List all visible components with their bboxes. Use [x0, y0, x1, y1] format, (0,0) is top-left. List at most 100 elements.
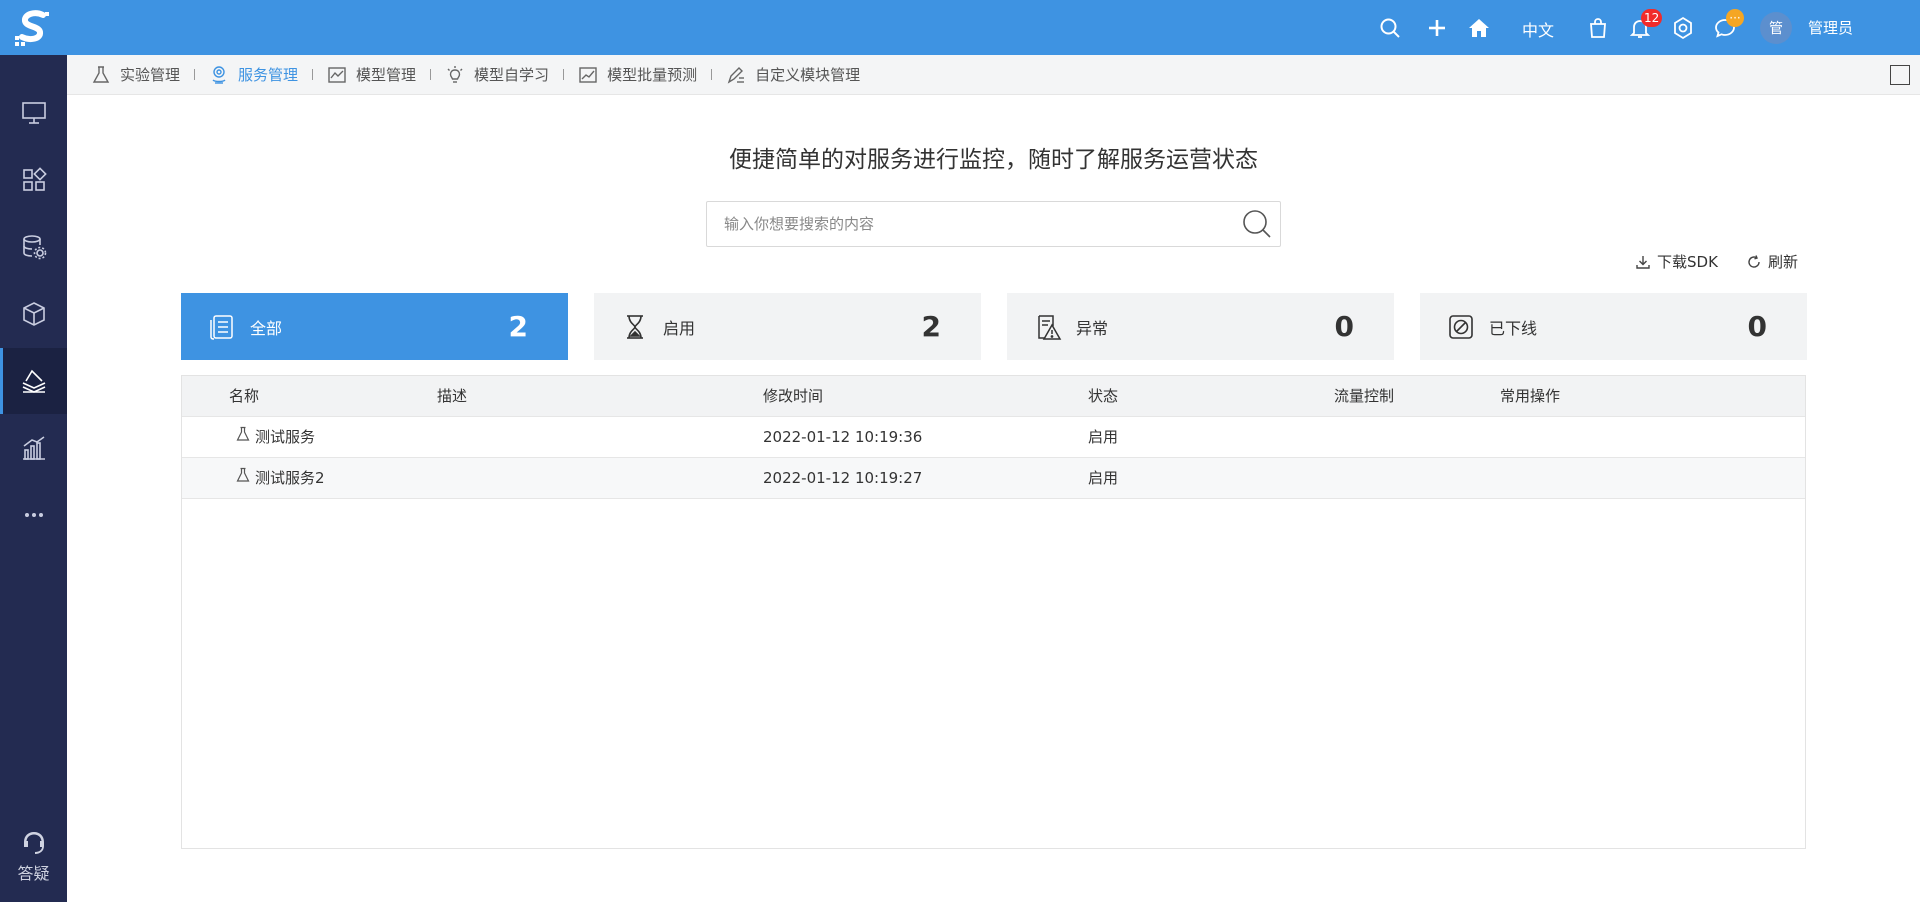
language-switch[interactable]: 中文	[1522, 17, 1554, 41]
column-header-flow-control: 流量控制	[1334, 387, 1395, 405]
fullscreen-toggle[interactable]	[1890, 65, 1910, 85]
help-label: 答疑	[17, 864, 50, 883]
row-name: 测试服务2	[255, 469, 325, 487]
nav-separator	[194, 69, 196, 80]
card-label: 异常	[1076, 318, 1109, 338]
nav-separator	[430, 69, 432, 80]
flask-icon	[236, 467, 250, 482]
nav-service-management[interactable]: 服务管理	[209, 64, 298, 85]
card-count: 0	[1334, 310, 1354, 343]
search-icon	[1380, 18, 1400, 38]
flask-icon	[236, 426, 250, 441]
service-icon	[212, 65, 226, 84]
service-layers-icon	[22, 369, 45, 393]
avatar[interactable]: 管	[1760, 12, 1792, 44]
nav-model-self-learning[interactable]: 模型自学习	[445, 64, 549, 85]
nav-separator	[563, 69, 565, 80]
row-name-cell[interactable]: 测试服务	[235, 417, 315, 457]
search-input[interactable]	[707, 202, 1227, 246]
hourglass-icon	[627, 314, 643, 339]
status-card-abnormal[interactable]: 异常 0	[1007, 293, 1394, 360]
table-row[interactable]: 测试服务2 2022-01-12 10:19:27 启用	[182, 458, 1805, 499]
sidebar-item-stats[interactable]	[0, 415, 67, 481]
column-header-operations: 常用操作	[1500, 387, 1561, 405]
logo-icon	[14, 9, 49, 46]
add-button[interactable]	[1422, 13, 1452, 43]
help-button[interactable]: 答疑	[0, 822, 67, 892]
monitor-icon	[21, 102, 46, 124]
table-header: 名称 描述 修改时间 状态 流量控制 常用操作	[182, 376, 1805, 417]
refresh-icon	[1748, 254, 1760, 268]
status-card-offline[interactable]: 已下线 0	[1420, 293, 1807, 360]
headset-icon	[23, 832, 44, 854]
row-name-cell[interactable]: 测试服务2	[235, 458, 325, 498]
username[interactable]: 管理员	[1808, 17, 1853, 38]
top-bar: 中文 12 ··· 管 管理员	[67, 0, 1920, 55]
messages-button[interactable]: ···	[1710, 9, 1744, 43]
sidebar-item-apps[interactable]	[0, 147, 67, 213]
card-label: 已下线	[1489, 318, 1538, 338]
sidebar-item-monitor[interactable]	[0, 80, 67, 146]
status-card-all[interactable]: 全部 2	[181, 293, 568, 360]
refresh-button[interactable]: 刷新	[1746, 251, 1798, 272]
notifications-button[interactable]: 12	[1625, 9, 1663, 43]
model-chart-icon	[328, 66, 346, 83]
shop-button[interactable]	[1583, 13, 1613, 43]
card-count: 2	[508, 310, 528, 343]
search-button[interactable]	[1375, 13, 1405, 43]
sidebar-item-more[interactable]	[0, 482, 67, 548]
table-row[interactable]: 测试服务 2022-01-12 10:19:36 启用	[182, 417, 1805, 458]
column-header-status: 状态	[1088, 387, 1119, 405]
sidebar-item-data[interactable]	[0, 214, 67, 280]
search-box	[706, 201, 1281, 247]
gear-icon	[1674, 16, 1692, 40]
lightbulb-icon	[447, 65, 463, 83]
download-icon	[1636, 255, 1650, 269]
nav-custom-module-management[interactable]: 自定义模块管理	[726, 64, 860, 85]
nav-label: 服务管理	[238, 66, 299, 84]
plus-icon	[1429, 20, 1445, 36]
column-header-name[interactable]: 名称	[229, 376, 259, 416]
edit-list-icon	[727, 66, 745, 84]
apps-grid-icon	[22, 167, 47, 191]
trend-chart-icon	[579, 66, 597, 83]
column-header-description: 描述	[437, 387, 468, 405]
card-label: 全部	[250, 318, 283, 338]
row-modified-time: 2022-01-12 10:19:27	[763, 469, 923, 487]
message-badge: ···	[1726, 9, 1744, 27]
download-sdk-button[interactable]: 下载SDK	[1635, 251, 1718, 272]
sidebar-item-cubes[interactable]	[0, 281, 67, 347]
sidebar-item-service[interactable]	[0, 348, 67, 414]
nav-experiment-management[interactable]: 实验管理	[91, 64, 180, 85]
row-modified-time: 2022-01-12 10:19:36	[763, 428, 923, 446]
download-sdk-label: 下载SDK	[1657, 253, 1718, 271]
nav-separator	[711, 69, 713, 80]
service-table: 名称 描述 修改时间 状态 流量控制 常用操作 测试服务 2022-01-12 …	[181, 375, 1806, 849]
nav-label: 模型批量预测	[607, 66, 698, 84]
sub-navigation: 实验管理 服务管理 模型管理 模型自学习 模型批量预测 自定义模块管理	[67, 55, 1920, 95]
database-gear-icon	[22, 235, 46, 260]
nav-label: 自定义模块管理	[755, 66, 861, 84]
card-label: 启用	[663, 318, 696, 338]
column-header-modified[interactable]: 修改时间	[763, 376, 823, 416]
nav-model-management[interactable]: 模型管理	[327, 64, 416, 85]
search-icon[interactable]	[1241, 208, 1273, 240]
page-headline: 便捷简单的对服务进行监控，随时了解服务运营状态	[729, 147, 1258, 173]
nav-separator	[312, 69, 314, 80]
settings-button[interactable]	[1668, 13, 1698, 43]
status-card-enabled[interactable]: 启用 2	[594, 293, 981, 360]
app-logo[interactable]	[0, 0, 67, 55]
card-count: 2	[921, 310, 941, 343]
all-list-icon	[210, 314, 233, 340]
notification-badge: 12	[1641, 9, 1663, 27]
nav-label: 实验管理	[120, 66, 181, 84]
warning-doc-icon	[1038, 314, 1062, 340]
left-sidebar: 答疑	[0, 0, 67, 902]
cubes-icon	[22, 302, 45, 326]
nav-model-batch-prediction[interactable]: 模型批量预测	[578, 64, 697, 85]
refresh-label: 刷新	[1768, 253, 1799, 271]
home-button[interactable]	[1464, 13, 1494, 43]
nav-label: 模型自学习	[474, 66, 550, 84]
offline-icon	[1449, 314, 1473, 339]
row-status: 启用	[1088, 428, 1119, 446]
